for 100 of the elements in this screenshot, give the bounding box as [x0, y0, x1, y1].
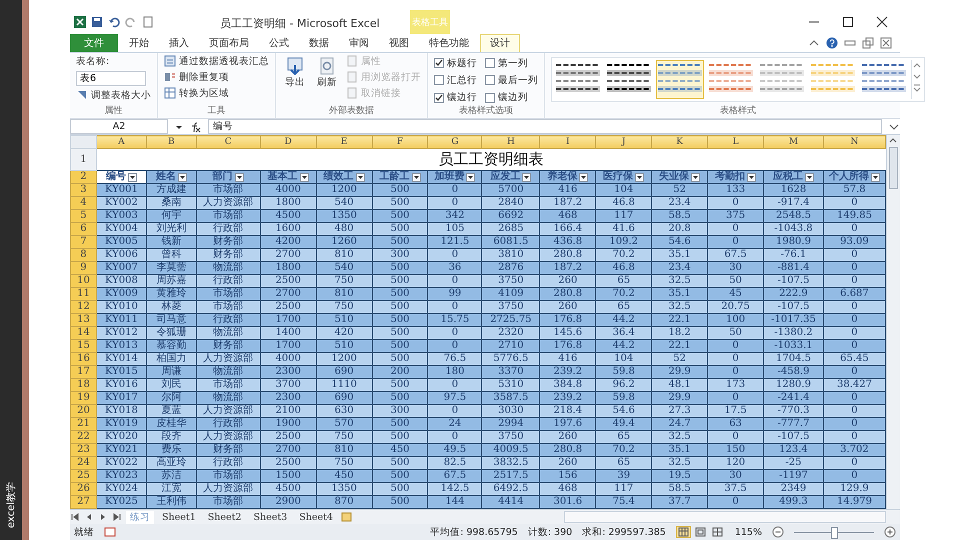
header-cell[interactable]: 编号 [96, 170, 146, 184]
column-header[interactable]: K [652, 136, 708, 149]
filter-button[interactable] [300, 172, 309, 182]
checkbox[interactable] [434, 92, 444, 103]
row-header[interactable]: 26 [70, 482, 96, 496]
ribbon-button[interactable]: 删除重复项 [164, 70, 269, 84]
row-header[interactable]: 23 [70, 444, 96, 457]
row-header[interactable]: 7 [70, 236, 96, 249]
row-header[interactable]: 19 [70, 392, 96, 405]
resize-table-button[interactable]: 调整表格大小 [76, 88, 151, 102]
file-tab[interactable]: 文件 [70, 34, 118, 52]
filter-button[interactable] [412, 172, 420, 182]
view-button[interactable] [710, 526, 725, 538]
row-header[interactable]: 6 [70, 222, 96, 236]
filter-button[interactable] [234, 172, 244, 182]
zoom-level[interactable]: 115% [734, 526, 762, 538]
column-header[interactable]: A [96, 136, 146, 149]
header-cell[interactable]: 个人所得 [823, 170, 886, 184]
table-style-thumbnail[interactable] [656, 60, 704, 99]
header-cell[interactable]: 绩效工 [316, 170, 372, 184]
column-header[interactable]: F [372, 136, 428, 149]
header-cell[interactable]: 医疗保 [596, 170, 652, 184]
header-cell[interactable]: 工龄工 [372, 170, 428, 184]
row-header[interactable]: 17 [70, 366, 96, 379]
header-cell[interactable]: 失业保 [652, 170, 708, 184]
row-header[interactable]: 10 [70, 274, 96, 288]
filter-button[interactable] [870, 172, 880, 182]
ribbon-tab[interactable]: 数据 [300, 34, 338, 52]
checkbox[interactable] [485, 75, 495, 86]
ribbon-tab[interactable]: 公式 [260, 34, 298, 52]
column-header[interactable]: L [708, 136, 764, 149]
row-header[interactable]: 15 [70, 340, 96, 353]
filter-button[interactable] [466, 172, 476, 182]
column-header[interactable]: E [316, 136, 372, 149]
column-header[interactable]: D [260, 136, 316, 149]
row-header[interactable]: 2 [70, 170, 96, 184]
row-header[interactable]: 5 [70, 210, 96, 223]
checkbox[interactable] [434, 75, 444, 86]
checkbox[interactable] [434, 58, 444, 68]
formula-field[interactable]: 编号 [208, 119, 882, 134]
checkbox[interactable] [485, 92, 495, 103]
row-header[interactable]: 24 [70, 456, 96, 470]
filter-button[interactable] [128, 172, 137, 182]
row-header[interactable]: 8 [70, 248, 96, 262]
table-name-field[interactable]: 表6 [76, 70, 146, 86]
ribbon-tab[interactable]: 设计 [480, 34, 520, 52]
view-button[interactable] [692, 526, 708, 538]
row-header[interactable]: 27 [70, 496, 96, 509]
header-cell[interactable]: 养老保 [540, 170, 596, 184]
sheet-tab[interactable]: Sheet3 [249, 512, 292, 523]
row-header[interactable]: 18 [70, 378, 96, 392]
column-header[interactable]: B [146, 136, 196, 149]
filter-button[interactable] [178, 172, 187, 182]
row-header[interactable]: 9 [70, 262, 96, 275]
column-header[interactable]: M [764, 136, 824, 149]
ribbon-tab[interactable]: 视图 [380, 34, 418, 52]
row-header[interactable]: 25 [70, 470, 96, 483]
header-cell[interactable]: 基本工 [260, 170, 316, 184]
column-header[interactable]: C [196, 136, 260, 149]
ribbon-tab[interactable]: 特色功能 [420, 34, 478, 52]
column-header[interactable]: I [540, 136, 596, 149]
row-header[interactable]: 11 [70, 288, 96, 301]
name-box[interactable]: A2 [70, 119, 168, 134]
sheet-tab[interactable]: 练习 [126, 510, 154, 524]
header-cell[interactable]: 考勤扣 [708, 170, 764, 184]
ribbon-tab[interactable]: 页面布局 [200, 34, 258, 52]
row-header[interactable]: 13 [70, 314, 96, 327]
ribbon-button[interactable]: 转换为区域 [164, 86, 269, 100]
filter-button[interactable] [747, 172, 756, 182]
ribbon-tab[interactable]: 审阅 [340, 34, 378, 52]
view-button[interactable] [676, 526, 691, 538]
horizontal-scrollbar[interactable] [564, 511, 886, 524]
row-header[interactable]: 21 [70, 418, 96, 431]
column-header[interactable]: H [482, 136, 540, 149]
ribbon-tab[interactable]: 开始 [120, 34, 158, 52]
scroll-thumb[interactable] [889, 147, 898, 190]
row-header[interactable]: 22 [70, 430, 96, 444]
row-header[interactable]: 4 [70, 196, 96, 210]
filter-button[interactable] [804, 172, 814, 182]
header-cell[interactable]: 姓名 [146, 170, 196, 184]
ribbon-button[interactable]: 导出 [282, 54, 308, 104]
sheet-tab[interactable]: Sheet2 [204, 512, 246, 523]
header-cell[interactable]: 应税工 [764, 170, 824, 184]
row-header[interactable]: 3 [70, 184, 96, 197]
zoom-slider-thumb[interactable] [831, 526, 838, 539]
row-header[interactable]: 14 [70, 326, 96, 340]
sheet-tab[interactable]: Sheet4 [295, 512, 337, 523]
ribbon-button[interactable]: 刷新 [314, 54, 340, 104]
row-header[interactable]: 12 [70, 300, 96, 314]
filter-button[interactable] [635, 172, 644, 182]
row-header[interactable]: 1 [70, 148, 96, 171]
filter-button[interactable] [356, 172, 365, 182]
ribbon-button[interactable]: 通过数据透视表汇总 [164, 54, 269, 68]
sheet-tab[interactable]: Sheet1 [158, 512, 200, 523]
header-cell[interactable]: 应发工 [482, 170, 540, 184]
row-header[interactable]: 20 [70, 404, 96, 418]
filter-button[interactable] [522, 172, 532, 182]
column-header[interactable]: J [596, 136, 652, 149]
checkbox[interactable] [485, 58, 495, 68]
header-cell[interactable]: 部门 [196, 170, 260, 184]
